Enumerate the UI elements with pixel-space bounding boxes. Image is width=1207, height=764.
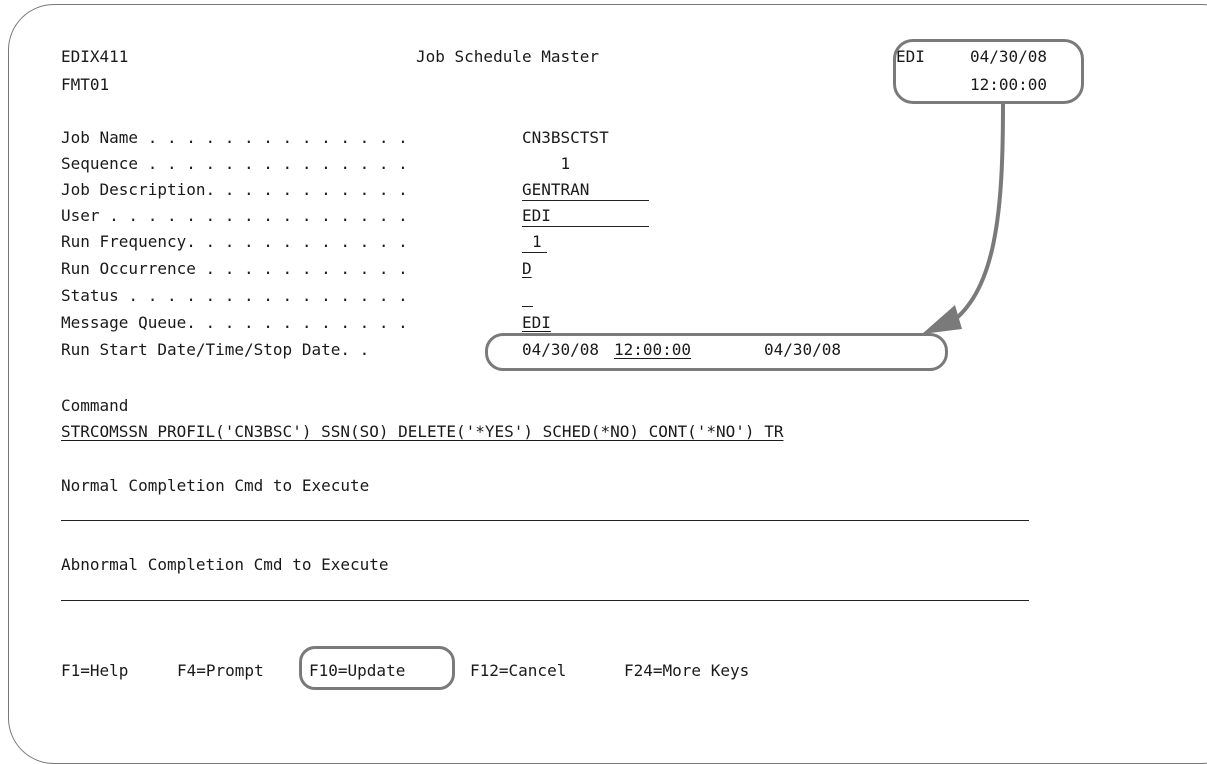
callout-arrow: [922, 103, 1005, 334]
